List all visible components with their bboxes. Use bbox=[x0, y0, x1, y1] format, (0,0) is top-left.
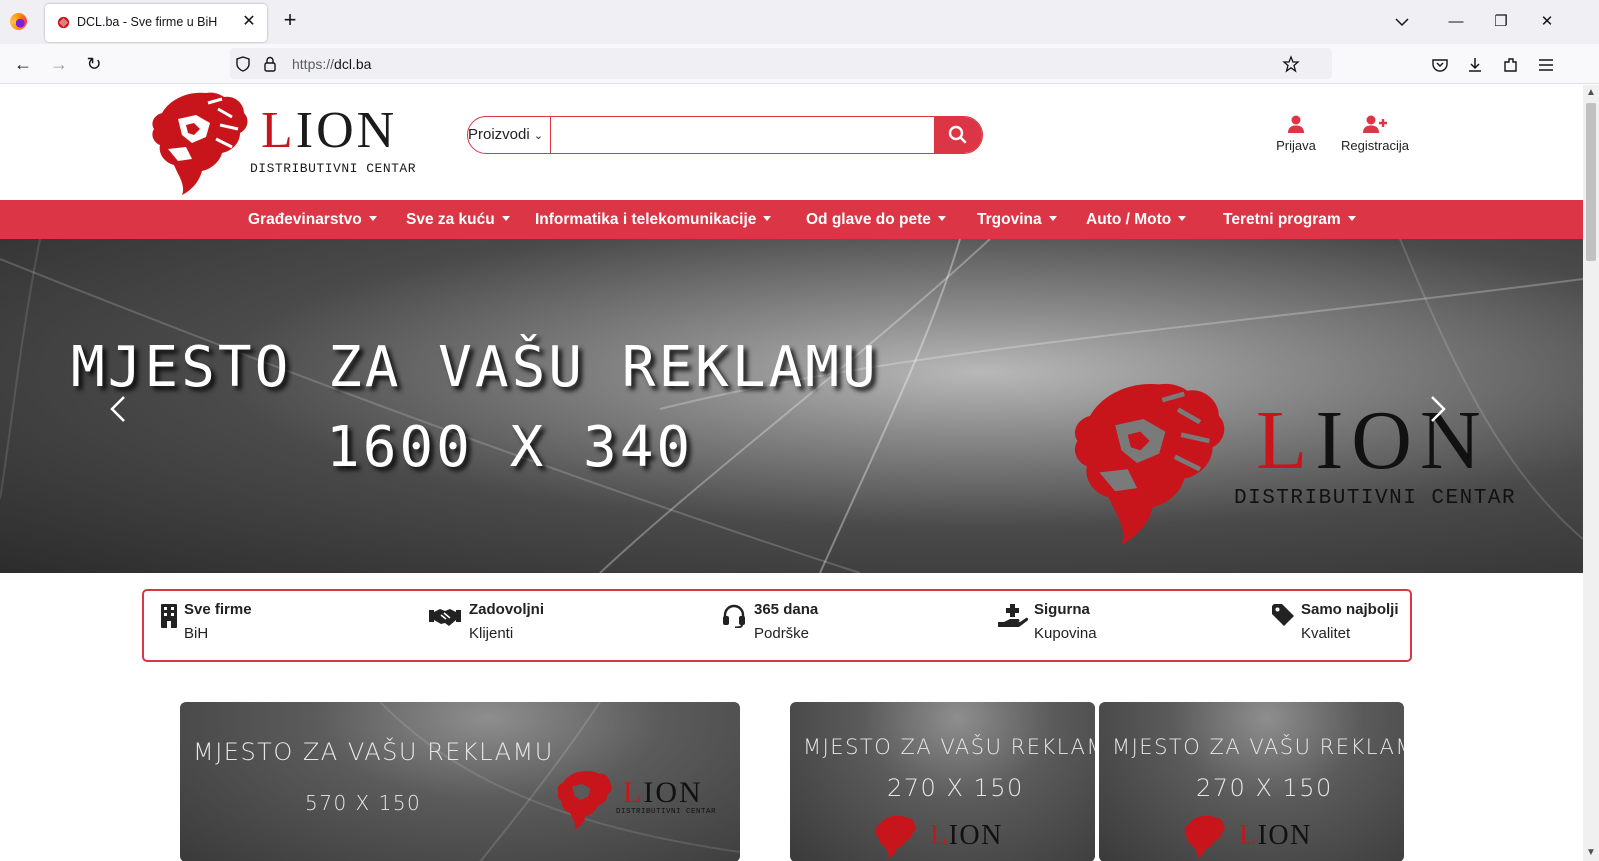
chevron-down-icon: ⌄ bbox=[533, 130, 544, 142]
banner-logo-wordmark: LION bbox=[930, 820, 1003, 851]
extensions-icon[interactable] bbox=[1501, 55, 1521, 75]
feature-zadovoljni: Zadovoljni Klijenti bbox=[429, 601, 559, 651]
scroll-down-arrow-icon[interactable]: ▼ bbox=[1583, 845, 1599, 861]
restore-window-button[interactable]: ❐ bbox=[1486, 8, 1516, 36]
lion-favicon-icon bbox=[57, 16, 70, 29]
register-link[interactable]: Registracija bbox=[1337, 114, 1413, 153]
lion-logo-icon bbox=[1184, 815, 1225, 859]
tab-close-icon[interactable]: ✕ bbox=[239, 11, 259, 33]
category-teretni-program[interactable]: Teretni program bbox=[1223, 200, 1356, 239]
caret-down-icon bbox=[763, 216, 772, 221]
list-all-tabs-icon[interactable] bbox=[1392, 12, 1412, 32]
shield-icon[interactable] bbox=[234, 55, 252, 73]
back-button[interactable]: ← bbox=[10, 51, 36, 77]
scrollbar-thumb[interactable] bbox=[1586, 103, 1596, 261]
banner-logo-subtitle: DISTRIBUTIVNI CENTAR bbox=[616, 808, 717, 816]
banner-logo-wordmark: LION bbox=[623, 776, 703, 809]
feature-samo-najbolji: Samo najbolji Kvalitet bbox=[1272, 601, 1408, 651]
hand-holding-medical-icon bbox=[998, 604, 1028, 627]
tab-title: DCL.ba - Sve firme u BiH bbox=[77, 15, 218, 29]
lion-logo-icon bbox=[1074, 383, 1225, 545]
handshake-icon bbox=[429, 609, 461, 626]
logo-subtitle: DISTRIBUTIVNI CENTAR bbox=[250, 161, 417, 176]
search-category-select[interactable]: Proizvodi ⌄ bbox=[468, 117, 551, 153]
forward-button[interactable]: → bbox=[46, 51, 72, 77]
feature-sigurna: Sigurna Kupovina bbox=[998, 601, 1118, 651]
category-informatika[interactable]: Informatika i telekomunikacije bbox=[535, 200, 772, 239]
feature-365-dana: 365 dana Podrške bbox=[722, 601, 842, 651]
pocket-icon[interactable] bbox=[1430, 55, 1450, 75]
category-trgovina[interactable]: Trgovina bbox=[977, 200, 1057, 239]
site-logo[interactable]: LION DISTRIBUTIVNI CENTAR bbox=[148, 89, 438, 197]
building-icon bbox=[161, 604, 177, 628]
hero-slider[interactable]: MJESTO ZA VAŠU REKLAMU 1600 X 340 LION D… bbox=[0, 239, 1583, 573]
firefox-icon[interactable] bbox=[10, 13, 27, 30]
banner-logo-wordmark: LION bbox=[1239, 820, 1312, 851]
hero-size: 1600 X 340 bbox=[326, 415, 694, 480]
category-navbar: Građevinarstvo Sve za kuću Informatika i… bbox=[0, 200, 1583, 239]
menu-icon[interactable] bbox=[1536, 55, 1556, 75]
lion-logo-icon bbox=[875, 815, 916, 859]
user-icon bbox=[1288, 115, 1304, 133]
caret-down-icon bbox=[1178, 216, 1187, 221]
slider-next-arrow-icon[interactable] bbox=[1422, 389, 1452, 429]
downloads-icon[interactable] bbox=[1465, 55, 1485, 75]
user-plus-icon bbox=[1363, 115, 1387, 133]
navigation-toolbar: ← → ↻ https://dcl.ba bbox=[0, 44, 1599, 84]
reload-button[interactable]: ↻ bbox=[81, 51, 107, 77]
caret-down-icon bbox=[1048, 216, 1057, 221]
padlock-icon[interactable] bbox=[261, 55, 279, 73]
hero-logo-subtitle: DISTRIBUTIVNI CENTAR bbox=[1234, 487, 1517, 510]
category-sve-za-kucu[interactable]: Sve za kuću bbox=[406, 200, 510, 239]
tab-strip: DCL.ba - Sve firme u BiH ✕ + — ❐ ✕ bbox=[0, 0, 1599, 44]
bookmark-star-icon[interactable] bbox=[1282, 55, 1300, 73]
search-icon bbox=[948, 125, 967, 144]
features-strip: Sve firme BiH Zadovoljni Klijenti 365 da… bbox=[142, 589, 1412, 662]
lion-logo-icon bbox=[152, 92, 248, 195]
ad-banner-270-1[interactable]: MJESTO ZA VAŠU REKLAMU 270 X 150 LION bbox=[790, 702, 1095, 861]
feature-sve-firme: Sve firme BiH bbox=[160, 601, 280, 651]
new-tab-button[interactable]: + bbox=[278, 9, 302, 33]
hero-headline: MJESTO ZA VAŠU REKLAMU bbox=[71, 335, 879, 400]
category-auto-moto[interactable]: Auto / Moto bbox=[1086, 200, 1187, 239]
caret-down-icon bbox=[501, 216, 510, 221]
search-bar: Proizvodi ⌄ bbox=[467, 116, 983, 154]
caret-down-icon bbox=[1347, 216, 1356, 221]
caret-down-icon bbox=[368, 216, 377, 221]
lion-logo-icon bbox=[557, 771, 612, 830]
tag-icon bbox=[1272, 604, 1294, 626]
logo-wordmark: LION bbox=[261, 102, 398, 159]
caret-down-icon bbox=[937, 216, 946, 221]
address-bar[interactable]: https://dcl.ba bbox=[230, 48, 1332, 79]
ad-banner-570[interactable]: MJESTO ZA VAŠU REKLAMU 570 X 150 LION DI… bbox=[180, 702, 740, 861]
tab-dcl[interactable]: DCL.ba - Sve firme u BiH ✕ bbox=[45, 4, 267, 42]
login-link[interactable]: Prijava bbox=[1274, 114, 1318, 153]
close-window-button[interactable]: ✕ bbox=[1532, 8, 1562, 36]
search-button[interactable] bbox=[934, 117, 982, 153]
page-viewport: LION DISTRIBUTIVNI CENTAR Proizvodi ⌄ Pr… bbox=[0, 85, 1583, 861]
page-scrollbar[interactable]: ▲ ▼ bbox=[1583, 85, 1599, 861]
browser-window: DCL.ba - Sve firme u BiH ✕ + — ❐ ✕ ← → ↻… bbox=[0, 0, 1599, 861]
category-od-glave-do-pete[interactable]: Od glave do pete bbox=[806, 200, 946, 239]
headset-icon bbox=[723, 604, 745, 628]
scroll-up-arrow-icon[interactable]: ▲ bbox=[1583, 85, 1599, 101]
category-gradjevinarstvo[interactable]: Građevinarstvo bbox=[248, 200, 377, 239]
hero-logo-wordmark: LION bbox=[1256, 394, 1489, 487]
url-text: https://dcl.ba bbox=[292, 56, 372, 72]
slider-prev-arrow-icon[interactable] bbox=[104, 389, 134, 429]
search-input[interactable] bbox=[552, 117, 937, 153]
minimize-window-button[interactable]: — bbox=[1441, 8, 1471, 36]
ad-banner-270-2[interactable]: MJESTO ZA VAŠU REKLAMU 270 X 150 LION bbox=[1099, 702, 1404, 861]
